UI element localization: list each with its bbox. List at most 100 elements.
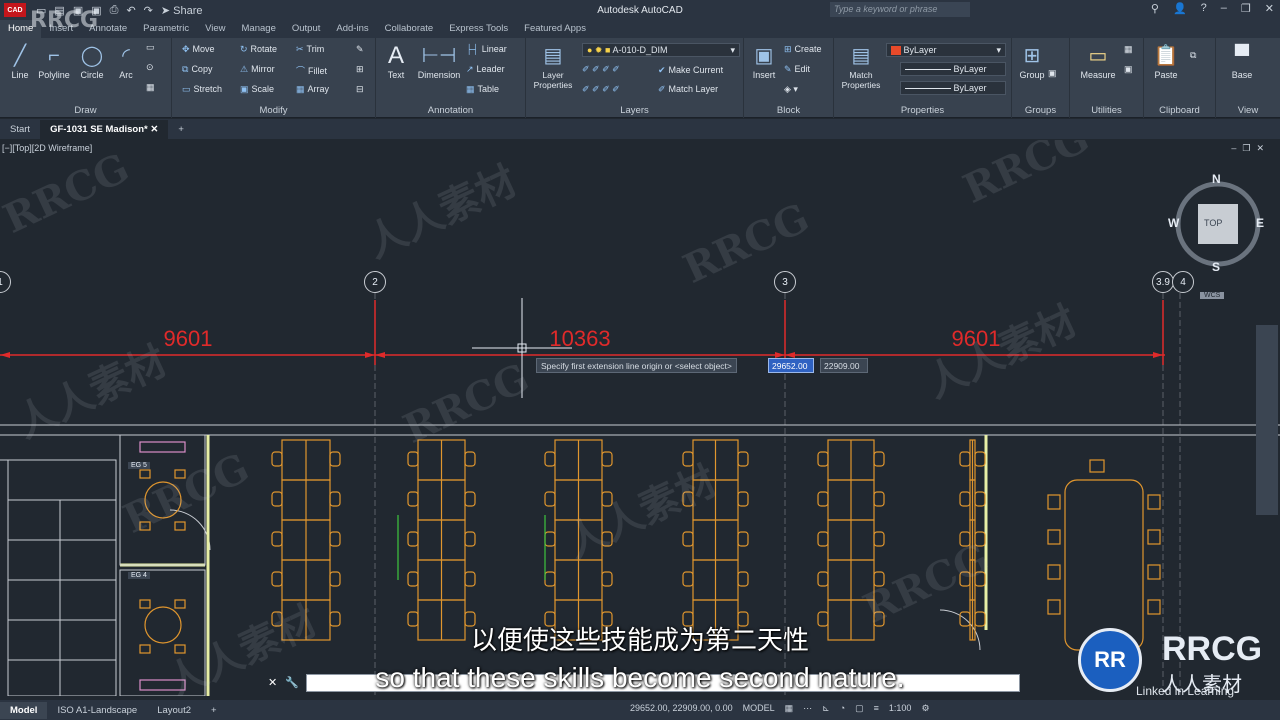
line-button[interactable]: ╱ Line xyxy=(2,42,38,80)
select-all-icon[interactable]: ▣ xyxy=(1124,64,1133,75)
group-select-icon[interactable]: ▣ xyxy=(1048,68,1057,79)
copy-button[interactable]: ⧉ Copy xyxy=(182,64,212,75)
compass-west[interactable]: W xyxy=(1168,216,1179,230)
help-icon[interactable]: ? xyxy=(1201,2,1207,15)
mirror-button[interactable]: ⚠ Mirror xyxy=(240,64,275,75)
erase-icon[interactable]: ✎ xyxy=(356,44,364,55)
text-button[interactable]: A Text xyxy=(378,42,414,80)
user-icon[interactable]: 👤 xyxy=(1173,2,1187,15)
array-button[interactable]: ▦ Array xyxy=(296,84,329,95)
tab-start[interactable]: Start xyxy=(0,120,40,139)
model-space-toggle[interactable]: MODEL xyxy=(743,703,775,714)
layers-panel-title[interactable]: Layers xyxy=(526,105,743,116)
utilities-panel-title[interactable]: Utilities xyxy=(1070,105,1143,116)
tab-view[interactable]: View xyxy=(197,20,233,38)
view-panel-title[interactable]: View xyxy=(1216,105,1280,116)
add-layout-icon[interactable]: + xyxy=(201,702,227,719)
settings-gear-icon[interactable]: ⚙ xyxy=(921,703,929,714)
tab-manage[interactable]: Manage xyxy=(234,20,284,38)
close-tab-icon[interactable]: ✕ xyxy=(150,124,158,135)
paste-button[interactable]: 📋 Paste xyxy=(1148,42,1184,80)
autocad-logo[interactable]: CAD xyxy=(4,3,26,17)
block-attributes-icon[interactable]: ◈ ▾ xyxy=(784,84,798,95)
layer-dropdown[interactable]: ● ✹ ■ A-010-D_DIM ▾ xyxy=(582,43,740,57)
polyline-button[interactable]: ⌐ Polyline xyxy=(36,42,72,80)
insert-button[interactable]: ▣ Insert xyxy=(746,42,782,80)
compass-north[interactable]: N xyxy=(1212,172,1221,186)
layer-tools-row1[interactable]: ✐ ✐ ✐ ✐ xyxy=(582,64,620,75)
tab-output[interactable]: Output xyxy=(284,20,329,38)
annotation-scale[interactable]: 1:100 xyxy=(889,703,912,714)
drawing-viewport[interactable]: 1233.94 9601103639601 EG 5 EG 4 [−][Top]… xyxy=(0,140,1280,696)
linetype-dropdown[interactable]: ByLayer xyxy=(900,62,1006,76)
trim-button[interactable]: ✂ Trim xyxy=(296,44,324,55)
viewcube[interactable]: N S E W TOP WCS xyxy=(1168,170,1268,299)
dynamic-input-x[interactable]: 29652.00 xyxy=(768,358,814,373)
compass-south[interactable]: S xyxy=(1212,260,1220,274)
scale-button[interactable]: ▣ Scale xyxy=(240,84,274,95)
group-button[interactable]: ⊞ Group xyxy=(1014,42,1050,80)
block-panel-title[interactable]: Block xyxy=(744,105,833,116)
stretch-button[interactable]: ▭ Stretch xyxy=(182,84,222,95)
undo-icon[interactable]: ↶ xyxy=(126,4,135,17)
lineweight-toggle-icon[interactable]: ≡ xyxy=(874,703,879,714)
compass-east[interactable]: E xyxy=(1256,216,1264,230)
match-layer-button[interactable]: ✐ Match Layer xyxy=(658,84,718,95)
move-button[interactable]: ✥ Move xyxy=(182,44,215,55)
snap-toggle-icon[interactable]: ⋯ xyxy=(803,703,812,714)
ortho-toggle-icon[interactable]: ⊾ xyxy=(822,703,830,714)
tab-collaborate[interactable]: Collaborate xyxy=(377,20,442,38)
tab-active-drawing[interactable]: GF-1031 SE Madison* ✕ xyxy=(40,119,169,139)
grid-toggle-icon[interactable]: ▦ xyxy=(785,703,794,714)
rotate-button[interactable]: ↻ Rotate xyxy=(240,44,277,55)
modify-panel-title[interactable]: Modify xyxy=(172,105,375,116)
match-properties-button[interactable]: ▤ Match Properties xyxy=(838,42,884,90)
layout-tab-model[interactable]: Model xyxy=(0,701,48,719)
tab-express-tools[interactable]: Express Tools xyxy=(441,20,516,38)
layout-tab-layout2[interactable]: Layout2 xyxy=(147,702,201,719)
measure-button[interactable]: ▭ Measure xyxy=(1074,42,1122,80)
viewport-window-controls[interactable]: –❐✕ xyxy=(1231,143,1270,154)
draw-panel-title[interactable]: Draw xyxy=(0,105,171,116)
tab-featured-apps[interactable]: Featured Apps xyxy=(516,20,594,38)
edit-block-button[interactable]: ✎ Edit xyxy=(784,64,810,75)
print-icon[interactable]: ⎙ xyxy=(110,4,119,17)
offset-icon[interactable]: ⊟ xyxy=(356,84,364,95)
color-dropdown[interactable]: ByLayer ▾ xyxy=(886,43,1006,57)
fillet-button[interactable]: ⌒ Fillet xyxy=(296,64,327,77)
hatch-icon[interactable]: ⊙ xyxy=(146,62,154,73)
close-icon[interactable]: ✕ xyxy=(1265,2,1274,15)
search-icon[interactable]: ⚲ xyxy=(1151,2,1159,15)
tab-add-ins[interactable]: Add-ins xyxy=(328,20,376,38)
annotation-panel-title[interactable]: Annotation xyxy=(376,105,525,116)
viewport-controls-label[interactable]: [−][Top][2D Wireframe] xyxy=(2,143,92,153)
table-draw-icon[interactable]: ▦ xyxy=(146,82,155,93)
calculator-icon[interactable]: ▦ xyxy=(1124,44,1133,55)
redo-icon[interactable]: ↷ xyxy=(144,4,153,17)
arc-button[interactable]: ◜ Arc xyxy=(108,42,144,80)
viewcube-top-face[interactable]: TOP xyxy=(1204,218,1222,228)
clipboard-panel-title[interactable]: Clipboard xyxy=(1144,105,1215,116)
share-button[interactable]: ➤ Share xyxy=(161,4,203,17)
linear-button[interactable]: ├┤ Linear xyxy=(466,44,507,54)
create-block-button[interactable]: ⊞ Create xyxy=(784,44,822,55)
search-input[interactable]: Type a keyword or phrase xyxy=(830,2,970,17)
drawing-canvas[interactable] xyxy=(0,140,1280,696)
leader-button[interactable]: ↗ Leader xyxy=(466,64,505,75)
make-current-button[interactable]: ✔ Make Current xyxy=(658,65,723,76)
tab-parametric[interactable]: Parametric xyxy=(135,20,197,38)
groups-panel-title[interactable]: Groups xyxy=(1012,105,1069,116)
table-button[interactable]: ▦ Table xyxy=(466,84,499,95)
polar-toggle-icon[interactable]: ◔ xyxy=(840,703,845,714)
minimize-icon[interactable]: – xyxy=(1221,2,1227,15)
osnap-toggle-icon[interactable]: ▢ xyxy=(855,703,864,714)
explode-icon[interactable]: ⊞ xyxy=(356,64,364,75)
copy-clip-icon[interactable]: ⧉ xyxy=(1190,50,1196,61)
lineweight-dropdown[interactable]: ByLayer xyxy=(900,81,1006,95)
wcs-menu[interactable]: WCS xyxy=(1200,292,1225,299)
navigation-bar[interactable] xyxy=(1256,325,1278,515)
dimension-button[interactable]: ⊢⊣ Dimension xyxy=(416,42,462,80)
dynamic-input-y[interactable]: 22909.00 xyxy=(820,358,868,373)
circle-button[interactable]: ◯ Circle xyxy=(74,42,110,80)
layout-tab-iso-a1[interactable]: ISO A1-Landscape xyxy=(47,702,147,719)
